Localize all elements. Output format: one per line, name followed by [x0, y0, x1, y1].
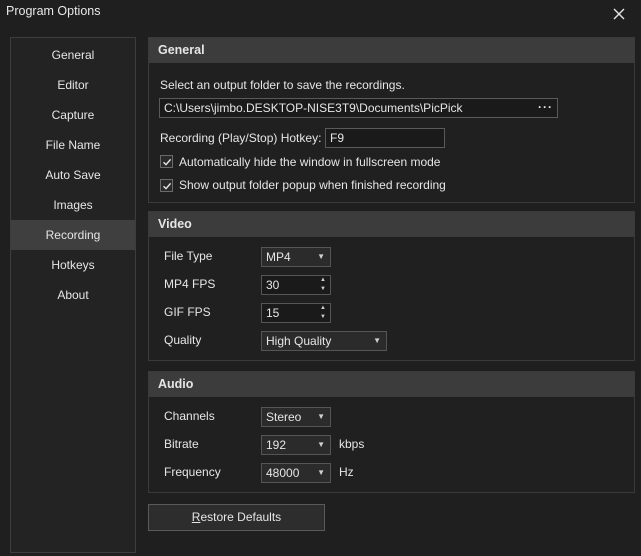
- check-icon: [162, 158, 171, 166]
- title-bar: Program Options: [0, 0, 641, 30]
- bitrate-select[interactable]: 192 ▼: [261, 435, 331, 455]
- general-section: General Select an output folder to save …: [148, 37, 635, 203]
- sidebar: General Editor Capture File Name Auto Sa…: [10, 37, 136, 553]
- chevron-down-icon: ▼: [373, 336, 381, 345]
- chevron-down-icon: ▼: [317, 468, 325, 477]
- bitrate-value: 192: [266, 438, 287, 452]
- decrement-icon[interactable]: ▼: [316, 313, 330, 322]
- folder-prompt: Select an output folder to save the reco…: [160, 78, 405, 92]
- bitrate-label: Bitrate: [164, 437, 199, 451]
- quality-value: High Quality: [266, 334, 332, 348]
- gif-fps-stepper[interactable]: 15 ▲ ▼: [261, 303, 331, 323]
- file-type-value: MP4: [266, 250, 291, 264]
- frequency-label: Frequency: [164, 465, 221, 479]
- hotkey-field[interactable]: F9: [325, 128, 445, 148]
- chevron-down-icon: ▼: [317, 252, 325, 261]
- mp4-fps-label: MP4 FPS: [164, 277, 216, 291]
- auto-hide-label[interactable]: Automatically hide the window in fullscr…: [179, 155, 440, 169]
- sidebar-item-images[interactable]: Images: [11, 190, 135, 220]
- check-icon: [162, 182, 171, 190]
- chevron-down-icon: ▼: [317, 412, 325, 421]
- file-type-label: File Type: [164, 249, 213, 263]
- channels-label: Channels: [164, 409, 215, 423]
- increment-icon[interactable]: ▲: [316, 304, 330, 313]
- video-header: Video: [149, 212, 634, 237]
- frequency-unit: Hz: [339, 465, 354, 479]
- sidebar-item-hotkeys[interactable]: Hotkeys: [11, 250, 135, 280]
- channels-select[interactable]: Stereo ▼: [261, 407, 331, 427]
- browse-folder-button[interactable]: ···: [538, 99, 553, 115]
- output-folder-field[interactable]: C:\Users\jimbo.DESKTOP-NISE3T9\Documents…: [159, 98, 558, 118]
- audio-section: Audio Channels Stereo ▼ Bitrate 192 ▼ kb…: [148, 371, 635, 493]
- output-folder-path: C:\Users\jimbo.DESKTOP-NISE3T9\Documents…: [164, 101, 463, 115]
- sidebar-item-file-name[interactable]: File Name: [11, 130, 135, 160]
- sidebar-item-capture[interactable]: Capture: [11, 100, 135, 130]
- video-section: Video File Type MP4 ▼ MP4 FPS 30 ▲ ▼ GIF…: [148, 211, 635, 361]
- mp4-fps-value: 30: [266, 278, 280, 292]
- show-popup-checkbox[interactable]: [160, 179, 173, 192]
- sidebar-item-about[interactable]: About: [11, 280, 135, 310]
- frequency-value: 48000: [266, 466, 300, 480]
- increment-icon[interactable]: ▲: [316, 276, 330, 285]
- show-popup-label[interactable]: Show output folder popup when finished r…: [179, 178, 446, 192]
- decrement-icon[interactable]: ▼: [316, 285, 330, 294]
- channels-value: Stereo: [266, 410, 302, 424]
- sidebar-item-general[interactable]: General: [11, 40, 135, 70]
- sidebar-item-auto-save[interactable]: Auto Save: [11, 160, 135, 190]
- restore-label: estore Defaults: [200, 510, 282, 524]
- close-icon: [613, 8, 625, 20]
- file-type-select[interactable]: MP4 ▼: [261, 247, 331, 267]
- auto-hide-checkbox[interactable]: [160, 155, 173, 168]
- chevron-down-icon: ▼: [317, 440, 325, 449]
- sidebar-item-recording[interactable]: Recording: [11, 220, 135, 250]
- gif-fps-value: 15: [266, 306, 280, 320]
- hotkey-label: Recording (Play/Stop) Hotkey:: [160, 131, 322, 145]
- bitrate-unit: kbps: [339, 437, 365, 451]
- mp4-fps-stepper[interactable]: 30 ▲ ▼: [261, 275, 331, 295]
- audio-header: Audio: [149, 372, 634, 397]
- close-button[interactable]: [597, 0, 641, 28]
- frequency-select[interactable]: 48000 ▼: [261, 463, 331, 483]
- gif-fps-label: GIF FPS: [164, 305, 211, 319]
- sidebar-item-editor[interactable]: Editor: [11, 70, 135, 100]
- restore-defaults-button[interactable]: Restore Defaults: [148, 504, 325, 531]
- quality-select[interactable]: High Quality ▼: [261, 331, 387, 351]
- window-title: Program Options: [6, 4, 101, 18]
- general-header: General: [149, 38, 634, 63]
- quality-label: Quality: [164, 333, 202, 347]
